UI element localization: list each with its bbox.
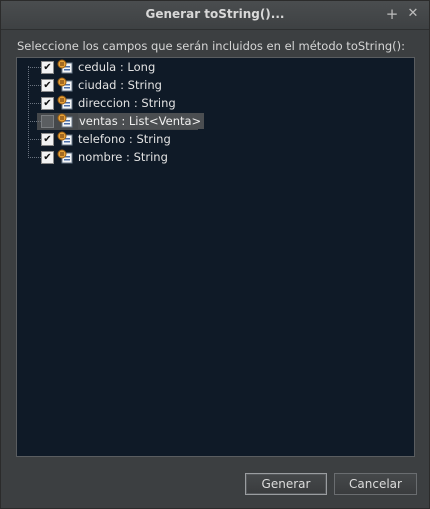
instruction-label: Seleccione los campos que serán incluido… — [17, 39, 406, 53]
field-icon — [57, 77, 73, 92]
field-label: ventas : List<Venta> — [78, 113, 205, 129]
field-label: cedula : Long — [78, 60, 156, 74]
field-checkbox[interactable]: ✔ — [41, 61, 54, 74]
field-icon — [57, 113, 73, 128]
field-checkbox[interactable]: ✔ — [41, 151, 54, 164]
field-checkbox[interactable]: ✔ — [41, 97, 54, 110]
tree-branch-line — [28, 85, 41, 86]
close-icon[interactable]: ✕ — [404, 5, 422, 23]
field-row[interactable]: ✔ nombre : String — [17, 149, 407, 167]
maximize-icon[interactable]: + — [383, 5, 401, 23]
generate-tostring-dialog: Generar toString()... + ✕ Seleccione los… — [0, 0, 430, 509]
field-row[interactable]: ventas : List<Venta> — [17, 113, 407, 131]
field-row[interactable]: ✔ telefono : String — [17, 131, 407, 149]
tree-branch-line — [28, 157, 41, 158]
title-bar[interactable]: Generar toString()... + ✕ — [1, 1, 429, 30]
field-label: nombre : String — [78, 150, 168, 164]
field-icon — [57, 59, 73, 74]
tree-branch-line — [28, 121, 41, 122]
field-icon — [57, 95, 73, 110]
field-label: ciudad : String — [78, 78, 162, 92]
field-checkbox[interactable]: ✔ — [41, 79, 54, 92]
field-row[interactable]: ✔ ciudad : String — [17, 77, 407, 95]
field-label: telefono : String — [78, 132, 171, 146]
generate-button[interactable]: Generar — [245, 473, 327, 495]
field-checkbox[interactable]: ✔ — [41, 133, 54, 146]
tree-branch-line — [28, 139, 41, 140]
field-icon — [57, 131, 73, 146]
field-label: direccion : String — [78, 96, 176, 110]
tree-branch-line — [28, 103, 41, 104]
field-row[interactable]: ✔ direccion : String — [17, 95, 407, 113]
field-icon — [57, 149, 73, 164]
dialog-title: Generar toString()... — [145, 7, 285, 21]
fields-tree[interactable]: ✔ cedula : Long ✔ ciudad : String ✔ direccion… — [16, 57, 415, 457]
tree-branch-line — [28, 67, 41, 68]
field-row[interactable]: ✔ cedula : Long — [17, 59, 407, 77]
field-checkbox[interactable] — [41, 115, 54, 128]
cancel-button[interactable]: Cancelar — [334, 473, 417, 495]
